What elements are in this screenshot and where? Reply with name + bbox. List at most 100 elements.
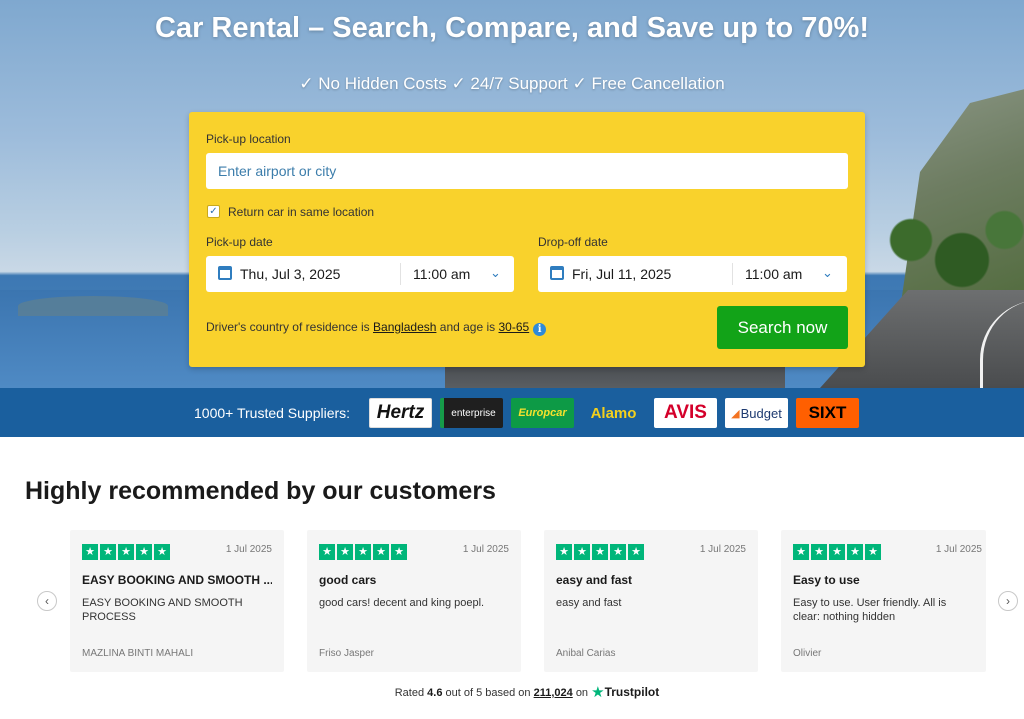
star-icon: ★ [373, 544, 389, 560]
star-icon: ★ [355, 544, 371, 560]
star-icon: ★ [82, 544, 98, 560]
five-star-rating: ★ ★ ★ ★ ★ [793, 544, 881, 560]
dropoff-date-value[interactable]: Fri, Jul 11, 2025 [572, 266, 671, 282]
star-icon: ★ [100, 544, 116, 560]
search-form: Pick-up location ✓ Return car in same lo… [189, 112, 865, 367]
star-icon: ★ [556, 544, 572, 560]
chevron-down-icon[interactable]: ⌄ [822, 265, 833, 281]
pickup-date-label: Pick-up date [206, 235, 273, 249]
review-card[interactable]: ★ ★ ★ ★ ★ 1 Jul 2025 EASY BOOKING AND SMOOTH… [70, 530, 284, 672]
chevron-left-icon[interactable]: ‹ [37, 591, 57, 611]
star-icon: ★ [391, 544, 407, 560]
review-date: 1 Jul 2025 [225, 544, 272, 555]
rating-on: on [575, 687, 589, 699]
search-now-button[interactable]: Search now [717, 306, 848, 349]
hero-subtitle: ✓ No Hidden Costs ✓ 24/7 Support ✓ Free … [299, 74, 725, 93]
rating-count-link[interactable]: 211,024 [534, 687, 573, 699]
dropoff-date-field[interactable]: Fri, Jul 11, 2025 11:00 am ⌄ [538, 256, 847, 292]
divider [400, 263, 401, 285]
alamo-logo-text: Alamo [590, 404, 637, 422]
age-link[interactable]: 30-65 [499, 320, 530, 334]
suppliers-bar: 1000+ Trusted Suppliers: Hertz enterpris… [0, 388, 1024, 437]
hertz-logo-text: Hertz [376, 402, 425, 423]
budget-logo: ◢ Budget [725, 398, 788, 428]
pickup-date-value[interactable]: Thu, Jul 3, 2025 [240, 266, 340, 282]
budget-mark-icon: ◢ [731, 407, 740, 420]
review-date: 1 Jul 2025 [699, 544, 746, 555]
star-icon: ★ [574, 544, 590, 560]
hertz-logo: Hertz [369, 398, 432, 428]
star-icon: ★ [592, 544, 608, 560]
star-icon: ★ [811, 544, 827, 560]
return-same-location-label[interactable]: Return car in same location [228, 205, 374, 219]
europcar-logo: Europcar [511, 398, 574, 428]
review-title: EASY BOOKING AND SMOOTH ... [82, 573, 272, 587]
dropoff-time-value[interactable]: 11:00 am [745, 266, 802, 282]
review-card[interactable]: ★ ★ ★ ★ ★ 1 Jul 2025 easy and fast easy and … [544, 530, 758, 672]
star-icon: ★ [829, 544, 845, 560]
pickup-date-field[interactable]: Thu, Jul 3, 2025 11:00 am ⌄ [206, 256, 514, 292]
star-icon: ★ [847, 544, 863, 560]
avis-logo-text: AVIS [664, 402, 707, 423]
star-icon: ★ [319, 544, 335, 560]
review-body: EASY BOOKING AND SMOOTH PROCESS [82, 597, 243, 623]
star-icon: ★ [136, 544, 152, 560]
chevron-down-icon[interactable]: ⌄ [490, 265, 501, 281]
driver-residence-text: Driver's country of residence is Banglad… [206, 320, 547, 336]
star-icon: ★ [628, 544, 644, 560]
budget-logo-text: Budget [740, 405, 782, 421]
sixt-logo-text: SIXT [808, 403, 847, 422]
trustpilot-star-icon: ★ [591, 684, 605, 701]
enterprise-logo: enterprise [440, 398, 503, 428]
hero-trees-backdrop [860, 200, 1024, 300]
alamo-logo: Alamo [582, 398, 645, 428]
star-icon: ★ [793, 544, 809, 560]
pickup-time-value[interactable]: 11:00 am [413, 266, 470, 282]
review-date: 1 Jul 2025 [935, 544, 982, 555]
residence-prefix: Driver's country of residence is [206, 320, 370, 334]
page-title: Car Rental – Search, Compare, and Save u… [155, 12, 869, 44]
europcar-logo-text: Europcar [518, 407, 567, 419]
dropoff-date-label: Drop-off date [538, 235, 608, 249]
calendar-icon [550, 266, 564, 280]
avis-logo: AVIS [654, 398, 717, 428]
reviews-heading: Highly recommended by our customers [25, 477, 496, 505]
trustpilot-logo[interactable]: Trustpilot [605, 685, 660, 699]
five-star-rating: ★ ★ ★ ★ ★ [319, 544, 407, 560]
five-star-rating: ★ ★ ★ ★ ★ [556, 544, 644, 560]
hero-island-backdrop [18, 296, 168, 316]
review-title: easy and fast [556, 573, 633, 587]
calendar-icon [218, 266, 232, 280]
star-icon: ★ [118, 544, 134, 560]
return-same-location-checkbox[interactable]: ✓ [207, 205, 220, 218]
review-body: easy and fast [556, 597, 622, 609]
review-author: Olivier [793, 648, 822, 659]
review-author: Friso Jasper [319, 648, 375, 659]
info-icon[interactable]: i [533, 323, 547, 336]
suppliers-label: 1000+ Trusted Suppliers: [194, 405, 351, 421]
chevron-right-icon[interactable]: › [998, 591, 1018, 611]
rating-score: 4.6 [427, 687, 443, 699]
review-card[interactable]: ★ ★ ★ ★ ★ 1 Jul 2025 good cars good cars! de… [307, 530, 521, 672]
pickup-location-label: Pick-up location [206, 132, 291, 146]
sixt-logo: SIXT [796, 398, 859, 428]
star-icon: ★ [337, 544, 353, 560]
star-icon: ★ [154, 544, 170, 560]
age-prefix: and age is [439, 320, 496, 334]
rating-middle: out of 5 based on [445, 687, 531, 699]
review-title: Easy to use [793, 573, 860, 587]
five-star-rating: ★ ★ ★ ★ ★ [82, 544, 170, 560]
star-icon: ★ [610, 544, 626, 560]
hero-banner: Car Rental – Search, Compare, and Save u… [0, 0, 1024, 388]
country-link[interactable]: Bangladesh [373, 320, 436, 334]
enterprise-logo-text: enterprise [451, 407, 496, 419]
review-body: Easy to use. User friendly. All is clear… [793, 597, 947, 623]
review-date: 1 Jul 2025 [462, 544, 509, 555]
pickup-location-input[interactable] [206, 153, 848, 189]
rating-prefix: Rated [394, 687, 425, 699]
star-icon: ★ [865, 544, 881, 560]
review-author: MAZLINA BINTI MAHALI [82, 648, 194, 659]
review-author: Anibal Carias [556, 648, 616, 659]
review-card[interactable]: ★ ★ ★ ★ ★ 1 Jul 2025 Easy to use Easy to use… [781, 530, 986, 672]
trustpilot-rating-summary: Rated 4.6 out of 5 based on 211,024 on ★… [0, 683, 1024, 701]
